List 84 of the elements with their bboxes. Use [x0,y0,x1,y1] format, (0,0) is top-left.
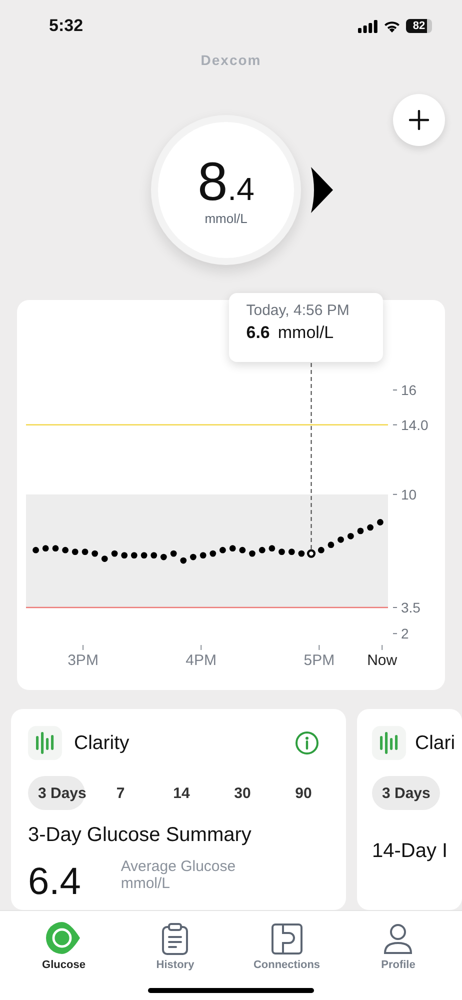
add-button[interactable] [393,94,445,146]
data-point [298,550,305,557]
summary-title: 3-Day Glucose Summary [28,824,252,847]
stat-label: Average Glucose [120,859,236,876]
data-point [367,524,374,531]
data-point [150,552,158,558]
stat-value: 6.4 [28,863,81,901]
y-axis-label: 16 [401,382,417,398]
card-title: Clarity [74,732,130,754]
stat-unit: mmol/L [120,876,172,892]
tab-item[interactable]: History [125,915,226,971]
data-point [249,550,256,557]
tab-item[interactable]: Connections [236,915,337,971]
data-point [92,550,98,557]
data-point [190,554,196,560]
wifi-icon [383,20,401,32]
summary-title: 14-Day I [372,840,449,863]
data-point [140,552,148,558]
data-point [258,546,266,554]
data-point [121,552,128,558]
data-point [62,546,69,554]
data-point [268,545,276,552]
data-point [82,548,88,556]
data-point [318,546,324,554]
glucose-drop-icon [46,921,82,955]
data-point [338,536,344,543]
data-point [160,554,167,560]
data-point [130,552,138,558]
data-point [278,548,285,556]
data-point [210,550,216,557]
battery-icon: 82 [406,19,432,33]
y-axis-label: 3.5 [401,600,420,616]
range-tab[interactable]: 3 Days [372,776,440,810]
clipboard-icon [161,923,190,955]
bar-chart-icon [28,726,62,760]
data-point [32,546,39,554]
data-point [348,532,354,540]
plus-icon [409,110,429,130]
person-icon [383,923,414,955]
data-point [72,548,78,556]
data-point [101,556,108,562]
clarity-card[interactable]: Clarity 3 Days 7 14 30 90 3-Day Glucose Summary 6.4 Average Glucose mmol/L [11,709,346,910]
data-point [328,542,334,548]
card-title: Clari [415,732,456,754]
range-tab[interactable]: 30 [217,776,268,810]
y-axis-label: 2 [401,626,409,642]
trend-arrow-icon [309,165,335,215]
range-tab[interactable]: 7 [95,776,146,810]
tooltip-pointer-drawing[interactable] [306,362,316,558]
tab-item[interactable]: Glucose [14,915,114,971]
tab-item[interactable]: Profile [348,915,448,971]
x-axis-label: 4PM [186,652,217,669]
data-point [288,548,295,556]
data-point [42,545,49,552]
x-axis-label: 5PM [304,652,335,669]
range-tab[interactable]: 14 [156,776,207,810]
y-axis-label: 14.0 [401,416,428,433]
data-point [220,546,226,554]
clarity-card[interactable]: Clari 3 Days 14-Day I [357,709,462,910]
x-axis-label: 3PM [68,652,98,669]
data-point [357,528,364,534]
range-tab[interactable]: 3 Days [28,776,85,810]
y-axis-label: 10 [401,486,417,502]
data-point [200,552,206,558]
status-time: 5:32 [49,16,84,36]
x-axis-label: Now [367,652,398,669]
tooltip-unit: mmol/L [278,323,334,343]
bar-chart-icon [372,726,406,760]
glucose-reading: 8.4 [198,154,254,208]
tooltip-value: 6.6 [246,323,270,343]
data-point [239,546,246,554]
range-tab[interactable]: 90 [278,776,329,810]
data-point [52,545,59,552]
data-point [111,550,118,557]
connections-icon [270,923,303,955]
tooltip-time: Today, 4:56 PM [246,302,350,319]
logo: Dexcom [200,52,262,70]
data-point [377,519,384,526]
signal-icon [358,20,378,32]
data-point [180,557,187,564]
info-icon[interactable] [295,731,319,755]
data-point [229,545,236,552]
glucose-unit: mmol/L [204,210,248,226]
data-point [170,550,177,557]
